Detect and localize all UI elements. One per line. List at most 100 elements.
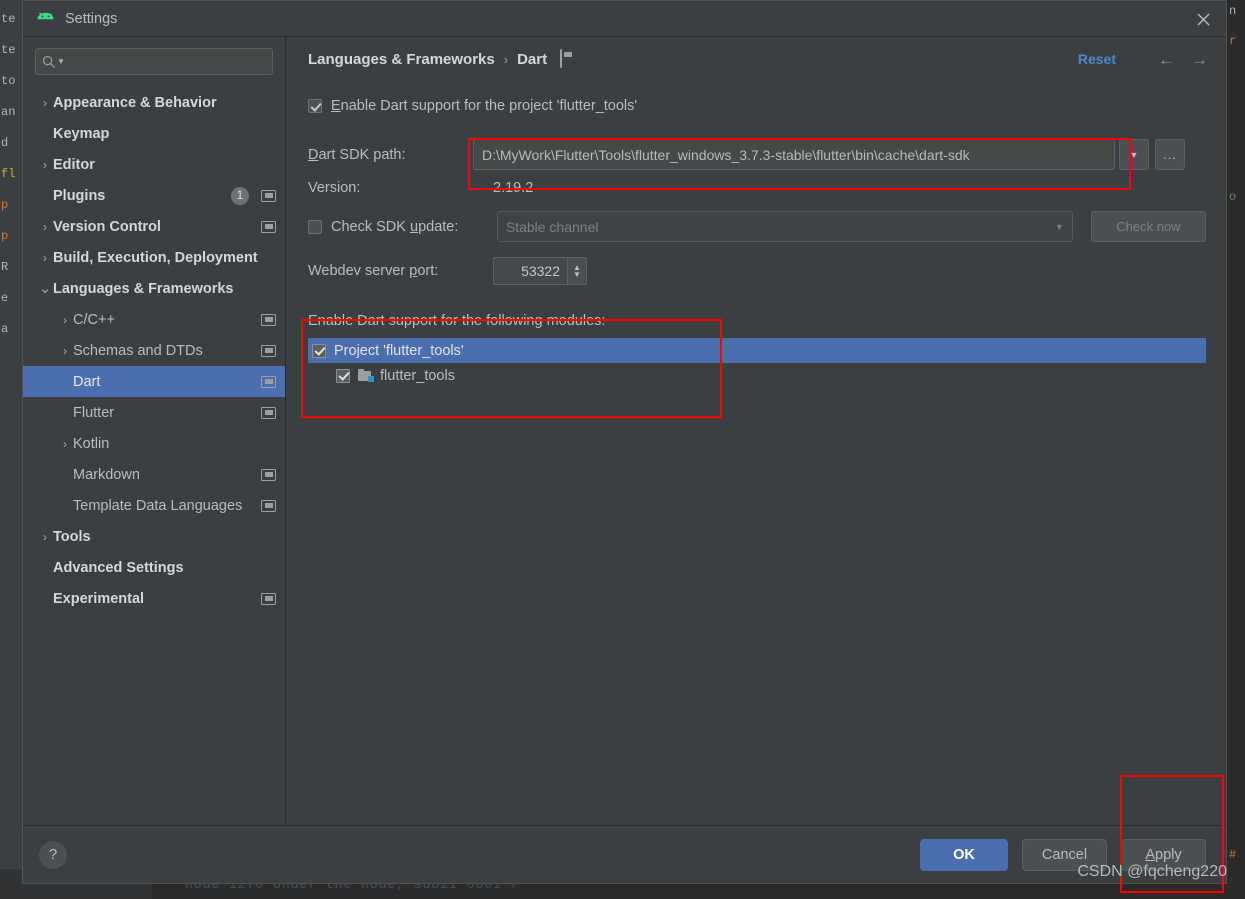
- enable-dart-checkbox[interactable]: [308, 99, 322, 113]
- sidebar-item-label: Keymap: [53, 125, 110, 142]
- search-box[interactable]: ▼: [35, 48, 273, 75]
- project-scope-icon: [261, 406, 276, 419]
- modules-title: Enable Dart support for the following mo…: [308, 313, 606, 329]
- module-row[interactable]: Project 'flutter_tools': [308, 338, 1206, 363]
- sidebar-item-appearance-behavior[interactable]: › Appearance & Behavior: [23, 87, 285, 118]
- stepper-down-icon[interactable]: ▼: [573, 271, 581, 279]
- background-editor-left-strip: te te to an d fl p p Re a: [0, 0, 22, 899]
- enable-dart-label-text: nable Dart support for the project 'flut…: [340, 98, 638, 114]
- project-scope-icon: [261, 592, 276, 605]
- sidebar-item-languages-frameworks[interactable]: ⌄ Languages & Frameworks: [23, 273, 285, 304]
- android-robot-icon: [35, 9, 55, 29]
- sidebar-item-label: Plugins: [53, 187, 106, 204]
- sidebar-item-experimental[interactable]: Experimental: [23, 583, 285, 614]
- sidebar-item-build-execution-deployment[interactable]: › Build, Execution, Deployment: [23, 242, 285, 273]
- module-row[interactable]: flutter_tools: [308, 363, 1206, 388]
- sidebar-item-dart[interactable]: Dart: [23, 366, 285, 397]
- background-code-line: te: [1, 12, 16, 26]
- sidebar-item-advanced-settings[interactable]: Advanced Settings: [23, 552, 285, 583]
- chevron-right-icon[interactable]: ›: [37, 158, 53, 172]
- sdk-path-label: Dart SDK path:: [308, 146, 406, 163]
- background-code-line: e: [1, 291, 9, 305]
- reset-link[interactable]: Reset: [1078, 51, 1116, 67]
- background-code-line: to: [1, 74, 16, 88]
- sidebar-item-label: Editor: [53, 156, 95, 173]
- sidebar-item-version-control[interactable]: › Version Control: [23, 211, 285, 242]
- sidebar-item-label: Markdown: [73, 466, 140, 483]
- sidebar-item-plugins[interactable]: Plugins 1: [23, 180, 285, 211]
- breadcrumb: Languages & Frameworks › Dart Reset ← →: [286, 37, 1226, 81]
- sidebar-item-keymap[interactable]: Keymap: [23, 118, 285, 149]
- close-icon[interactable]: [1180, 1, 1226, 37]
- sdk-path-input[interactable]: D:\MyWork\Flutter\Tools\flutter_windows_…: [473, 139, 1115, 170]
- enable-dart-row: Enable Dart support for the project 'flu…: [308, 98, 1206, 114]
- dart-settings-content: Enable Dart support for the project 'flu…: [286, 81, 1226, 825]
- chevron-right-icon[interactable]: ›: [57, 313, 73, 327]
- sidebar-item-tools[interactable]: › Tools: [23, 521, 285, 552]
- version-label: Version:: [308, 180, 361, 196]
- project-scope-icon: [261, 220, 276, 233]
- module-checkbox[interactable]: [312, 343, 326, 358]
- sidebar-item-label: Appearance & Behavior: [53, 94, 217, 111]
- webdev-port-row: Webdev server port: 53322 ▲ ▼: [308, 257, 1206, 285]
- check-sdk-update-label[interactable]: Check SDK update:: [331, 219, 497, 235]
- background-code-line: te: [1, 43, 16, 57]
- sidebar-search-wrap: ▼: [23, 48, 285, 85]
- settings-tree: › Appearance & Behavior Keymap › Editor Plugi…: [23, 85, 285, 825]
- sidebar-item-label: Flutter: [73, 404, 115, 421]
- enable-dart-label[interactable]: Enable Dart support for the project 'flu…: [331, 98, 637, 114]
- help-button[interactable]: ?: [39, 840, 67, 869]
- forward-arrow-icon[interactable]: →: [1191, 51, 1208, 68]
- sidebar-item-label: Advanced Settings: [53, 559, 184, 576]
- sdk-path-dropdown-icon[interactable]: ▼: [1119, 139, 1149, 170]
- chevron-right-icon[interactable]: ›: [57, 344, 73, 358]
- module-folder-icon: [358, 369, 374, 382]
- module-checkbox[interactable]: [336, 368, 350, 383]
- sidebar-item-label: C/C++: [73, 311, 115, 328]
- modules-section: Enable Dart support for the following mo…: [308, 313, 1206, 388]
- ok-button[interactable]: OK: [920, 838, 1008, 871]
- chevron-right-icon[interactable]: ›: [37, 96, 53, 110]
- background-code-line: an: [1, 105, 16, 119]
- breadcrumb-current: Dart: [517, 50, 548, 68]
- module-label: Project 'flutter_tools': [334, 342, 464, 359]
- chevron-right-icon[interactable]: ›: [37, 530, 53, 544]
- breadcrumb-parent[interactable]: Languages & Frameworks: [308, 51, 495, 68]
- chevron-right-icon[interactable]: ›: [37, 220, 53, 234]
- chevron-down-icon[interactable]: ⌄: [37, 281, 53, 296]
- background-code-line: p: [1, 198, 9, 212]
- project-scope-icon: [560, 49, 563, 68]
- back-arrow-icon[interactable]: ←: [1158, 51, 1175, 68]
- dialog-title: Settings: [65, 10, 118, 27]
- modules-list: Project 'flutter_tools' flutter_tools: [308, 338, 1206, 388]
- sidebar-item-template-data-languages[interactable]: Template Data Languages: [23, 490, 285, 521]
- background-code-line: fl: [1, 167, 16, 181]
- project-scope-icon: [261, 375, 276, 388]
- sidebar-item-flutter[interactable]: Flutter: [23, 397, 285, 428]
- version-row: Version: 2.19.2: [308, 180, 1206, 196]
- sidebar-item-c-c[interactable]: › C/C++: [23, 304, 285, 335]
- sidebar-item-markdown[interactable]: Markdown: [23, 459, 285, 490]
- project-scope-icon: [261, 189, 276, 202]
- search-input[interactable]: [64, 53, 266, 70]
- project-scope-icon: [261, 344, 276, 357]
- webdev-port-value[interactable]: 53322: [494, 263, 567, 279]
- stepper-buttons[interactable]: ▲ ▼: [567, 258, 586, 284]
- sidebar-item-label: Dart: [73, 373, 101, 390]
- search-dropdown-icon[interactable]: ▼: [57, 57, 65, 66]
- sidebar-item-schemas-and-dtds[interactable]: › Schemas and DTDs: [23, 335, 285, 366]
- sdk-channel-dropdown[interactable]: Stable channel ▼: [496, 211, 1073, 242]
- check-now-button[interactable]: Check now: [1090, 211, 1206, 242]
- check-sdk-update-checkbox[interactable]: [308, 219, 322, 234]
- webdev-port-stepper[interactable]: 53322 ▲ ▼: [493, 257, 587, 285]
- webdev-port-label: Webdev server port:: [308, 263, 439, 279]
- project-scope-icon: [261, 313, 276, 326]
- chevron-right-icon[interactable]: ›: [37, 251, 53, 265]
- background-editor-right-strip: n r o #: [1227, 0, 1245, 899]
- bg-token: #: [1229, 848, 1237, 862]
- sidebar-item-kotlin[interactable]: › Kotlin: [23, 428, 285, 459]
- sdk-path-browse-button[interactable]: ...: [1155, 139, 1185, 170]
- settings-sidebar: ▼ › Appearance & Behavior Keymap › Editor Plu…: [23, 37, 286, 825]
- sidebar-item-editor[interactable]: › Editor: [23, 149, 285, 180]
- chevron-right-icon[interactable]: ›: [57, 437, 73, 451]
